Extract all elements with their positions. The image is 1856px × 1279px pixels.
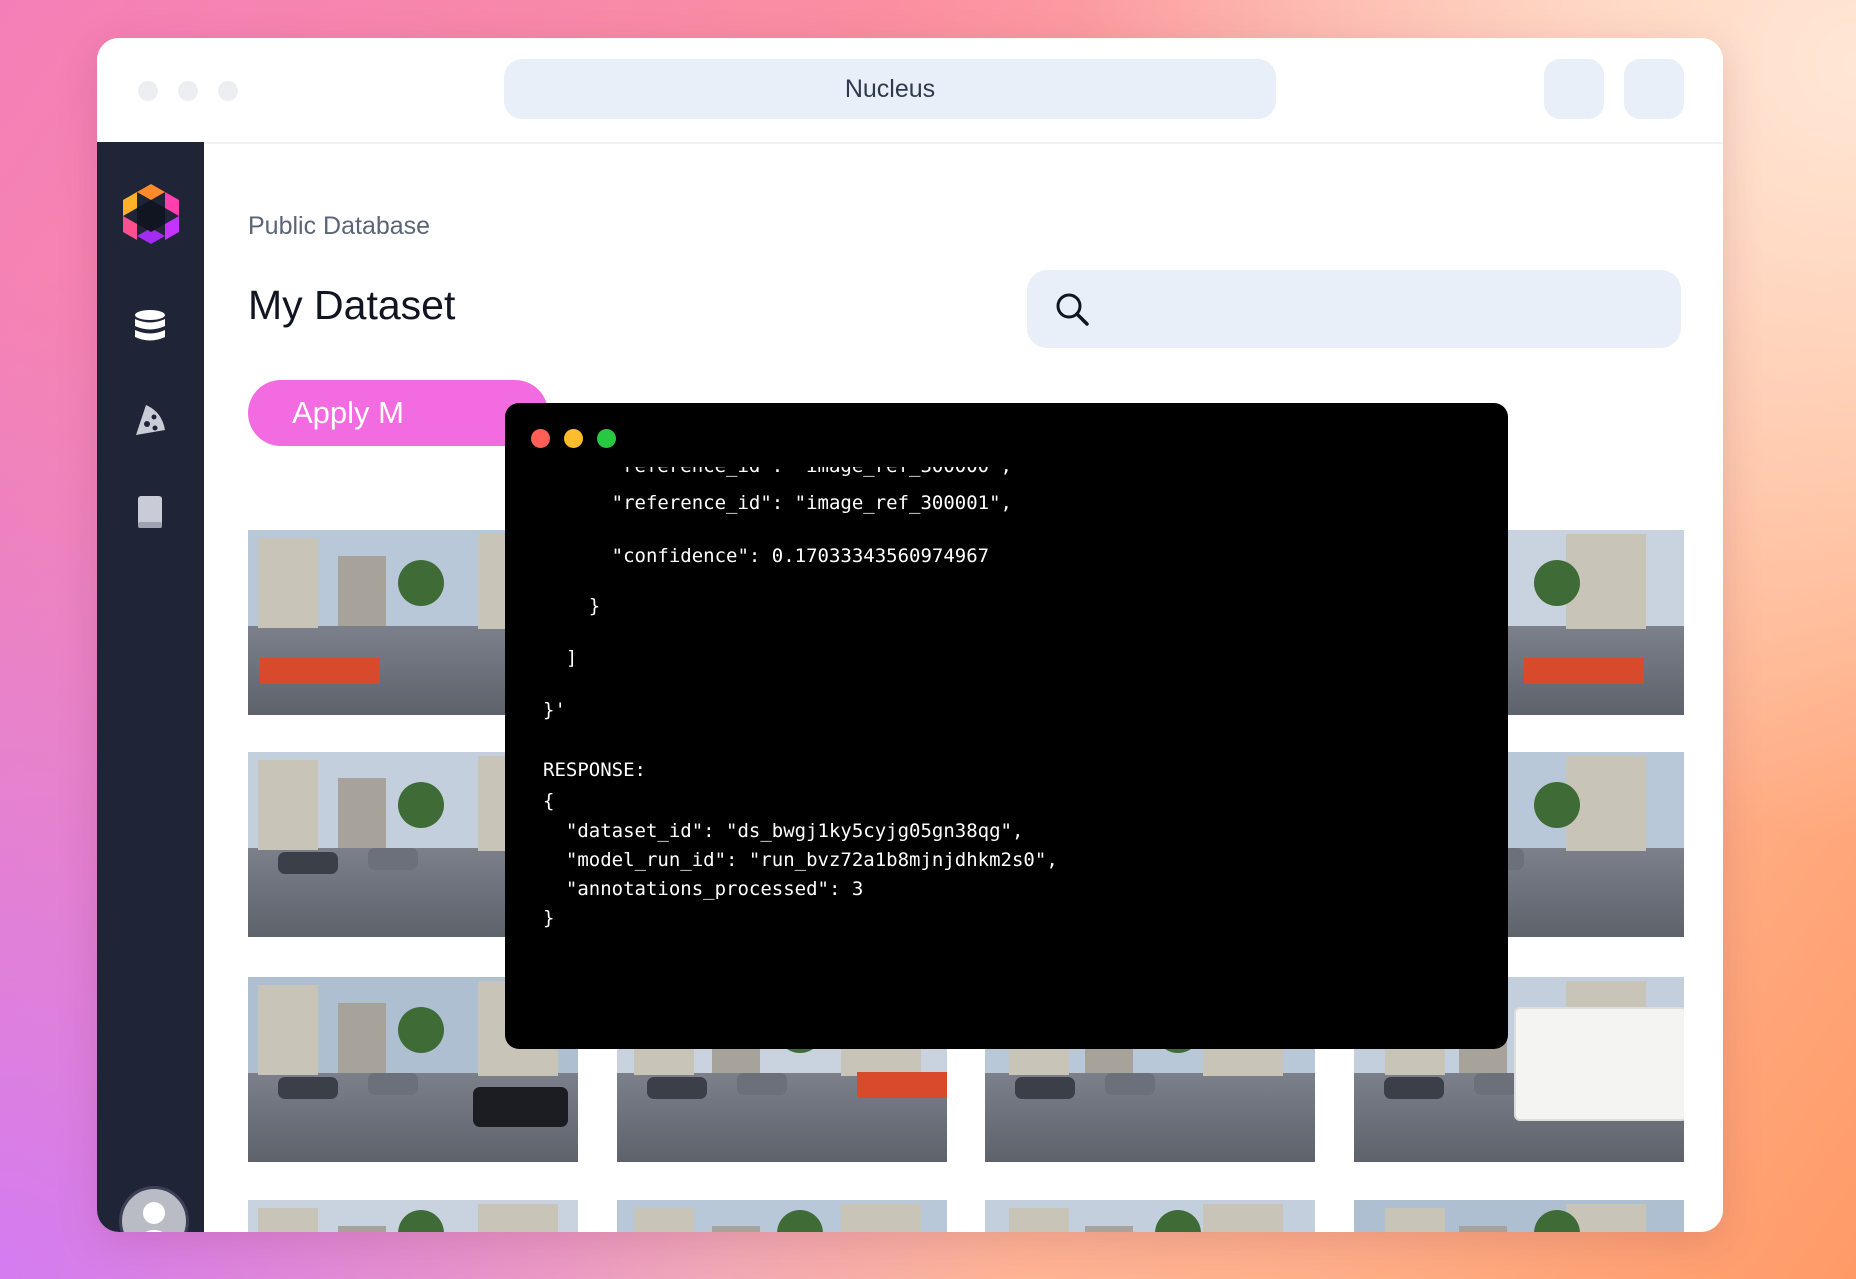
dataset-image-thumbnail[interactable] <box>1354 1200 1684 1232</box>
address-bar[interactable]: Nucleus <box>504 59 1276 119</box>
page-title: My Dataset <box>248 282 456 328</box>
search-input[interactable] <box>1027 270 1681 348</box>
terminal-line: } <box>543 907 555 929</box>
dataset-image-thumbnail[interactable] <box>985 1200 1315 1232</box>
avatar[interactable] <box>119 1186 189 1232</box>
window-dot-maximize[interactable] <box>218 81 238 101</box>
terminal-line: "reference_id": "image_ref_300000", <box>543 467 1012 477</box>
window-dot-close[interactable] <box>138 81 158 101</box>
terminal-close-dot[interactable] <box>531 429 550 448</box>
toolbar-button-2[interactable] <box>1624 59 1684 119</box>
terminal-line: "model_run_id": "run_bvz72a1b8mjnjdhkm2s… <box>543 849 1058 871</box>
apply-model-button[interactable]: Apply M <box>248 380 548 446</box>
book-icon[interactable] <box>130 492 170 532</box>
window-titlebar: Nucleus <box>97 38 1723 144</box>
logo-icon[interactable] <box>121 184 181 244</box>
terminal-line: "confidence": 0.17033343560974967 <box>543 545 990 567</box>
terminal-output: "reference_id": "image_ref_300000", "ref… <box>505 467 1508 1049</box>
terminal-line: RESPONSE: <box>543 759 646 781</box>
terminal-window: "reference_id": "image_ref_300000", "ref… <box>505 403 1508 1049</box>
terminal-line: }' <box>543 699 566 721</box>
sidebar <box>97 142 204 1232</box>
pizza-icon[interactable] <box>130 400 170 440</box>
breadcrumb[interactable]: Public Database <box>248 212 430 241</box>
terminal-line: "dataset_id": "ds_bwgj1ky5cyjg05gn38qg", <box>543 820 1024 842</box>
terminal-line: "reference_id": "image_ref_300001", <box>543 492 1012 514</box>
terminal-maximize-dot[interactable] <box>597 429 616 448</box>
dataset-image-thumbnail[interactable] <box>617 1200 947 1232</box>
terminal-line: "annotations_processed": 3 <box>543 878 864 900</box>
search-icon <box>1056 293 1089 326</box>
terminal-line: ] <box>543 647 578 669</box>
user-icon <box>143 1202 165 1232</box>
terminal-minimize-dot[interactable] <box>564 429 583 448</box>
dataset-image-thumbnail[interactable] <box>248 1200 578 1232</box>
browser-window: Nucleus Public Database My Dataset Apply… <box>97 38 1723 1232</box>
database-icon[interactable] <box>130 308 170 348</box>
terminal-line: } <box>543 595 601 617</box>
window-dot-minimize[interactable] <box>178 81 198 101</box>
toolbar-button-1[interactable] <box>1544 59 1604 119</box>
terminal-line: { <box>543 790 555 812</box>
